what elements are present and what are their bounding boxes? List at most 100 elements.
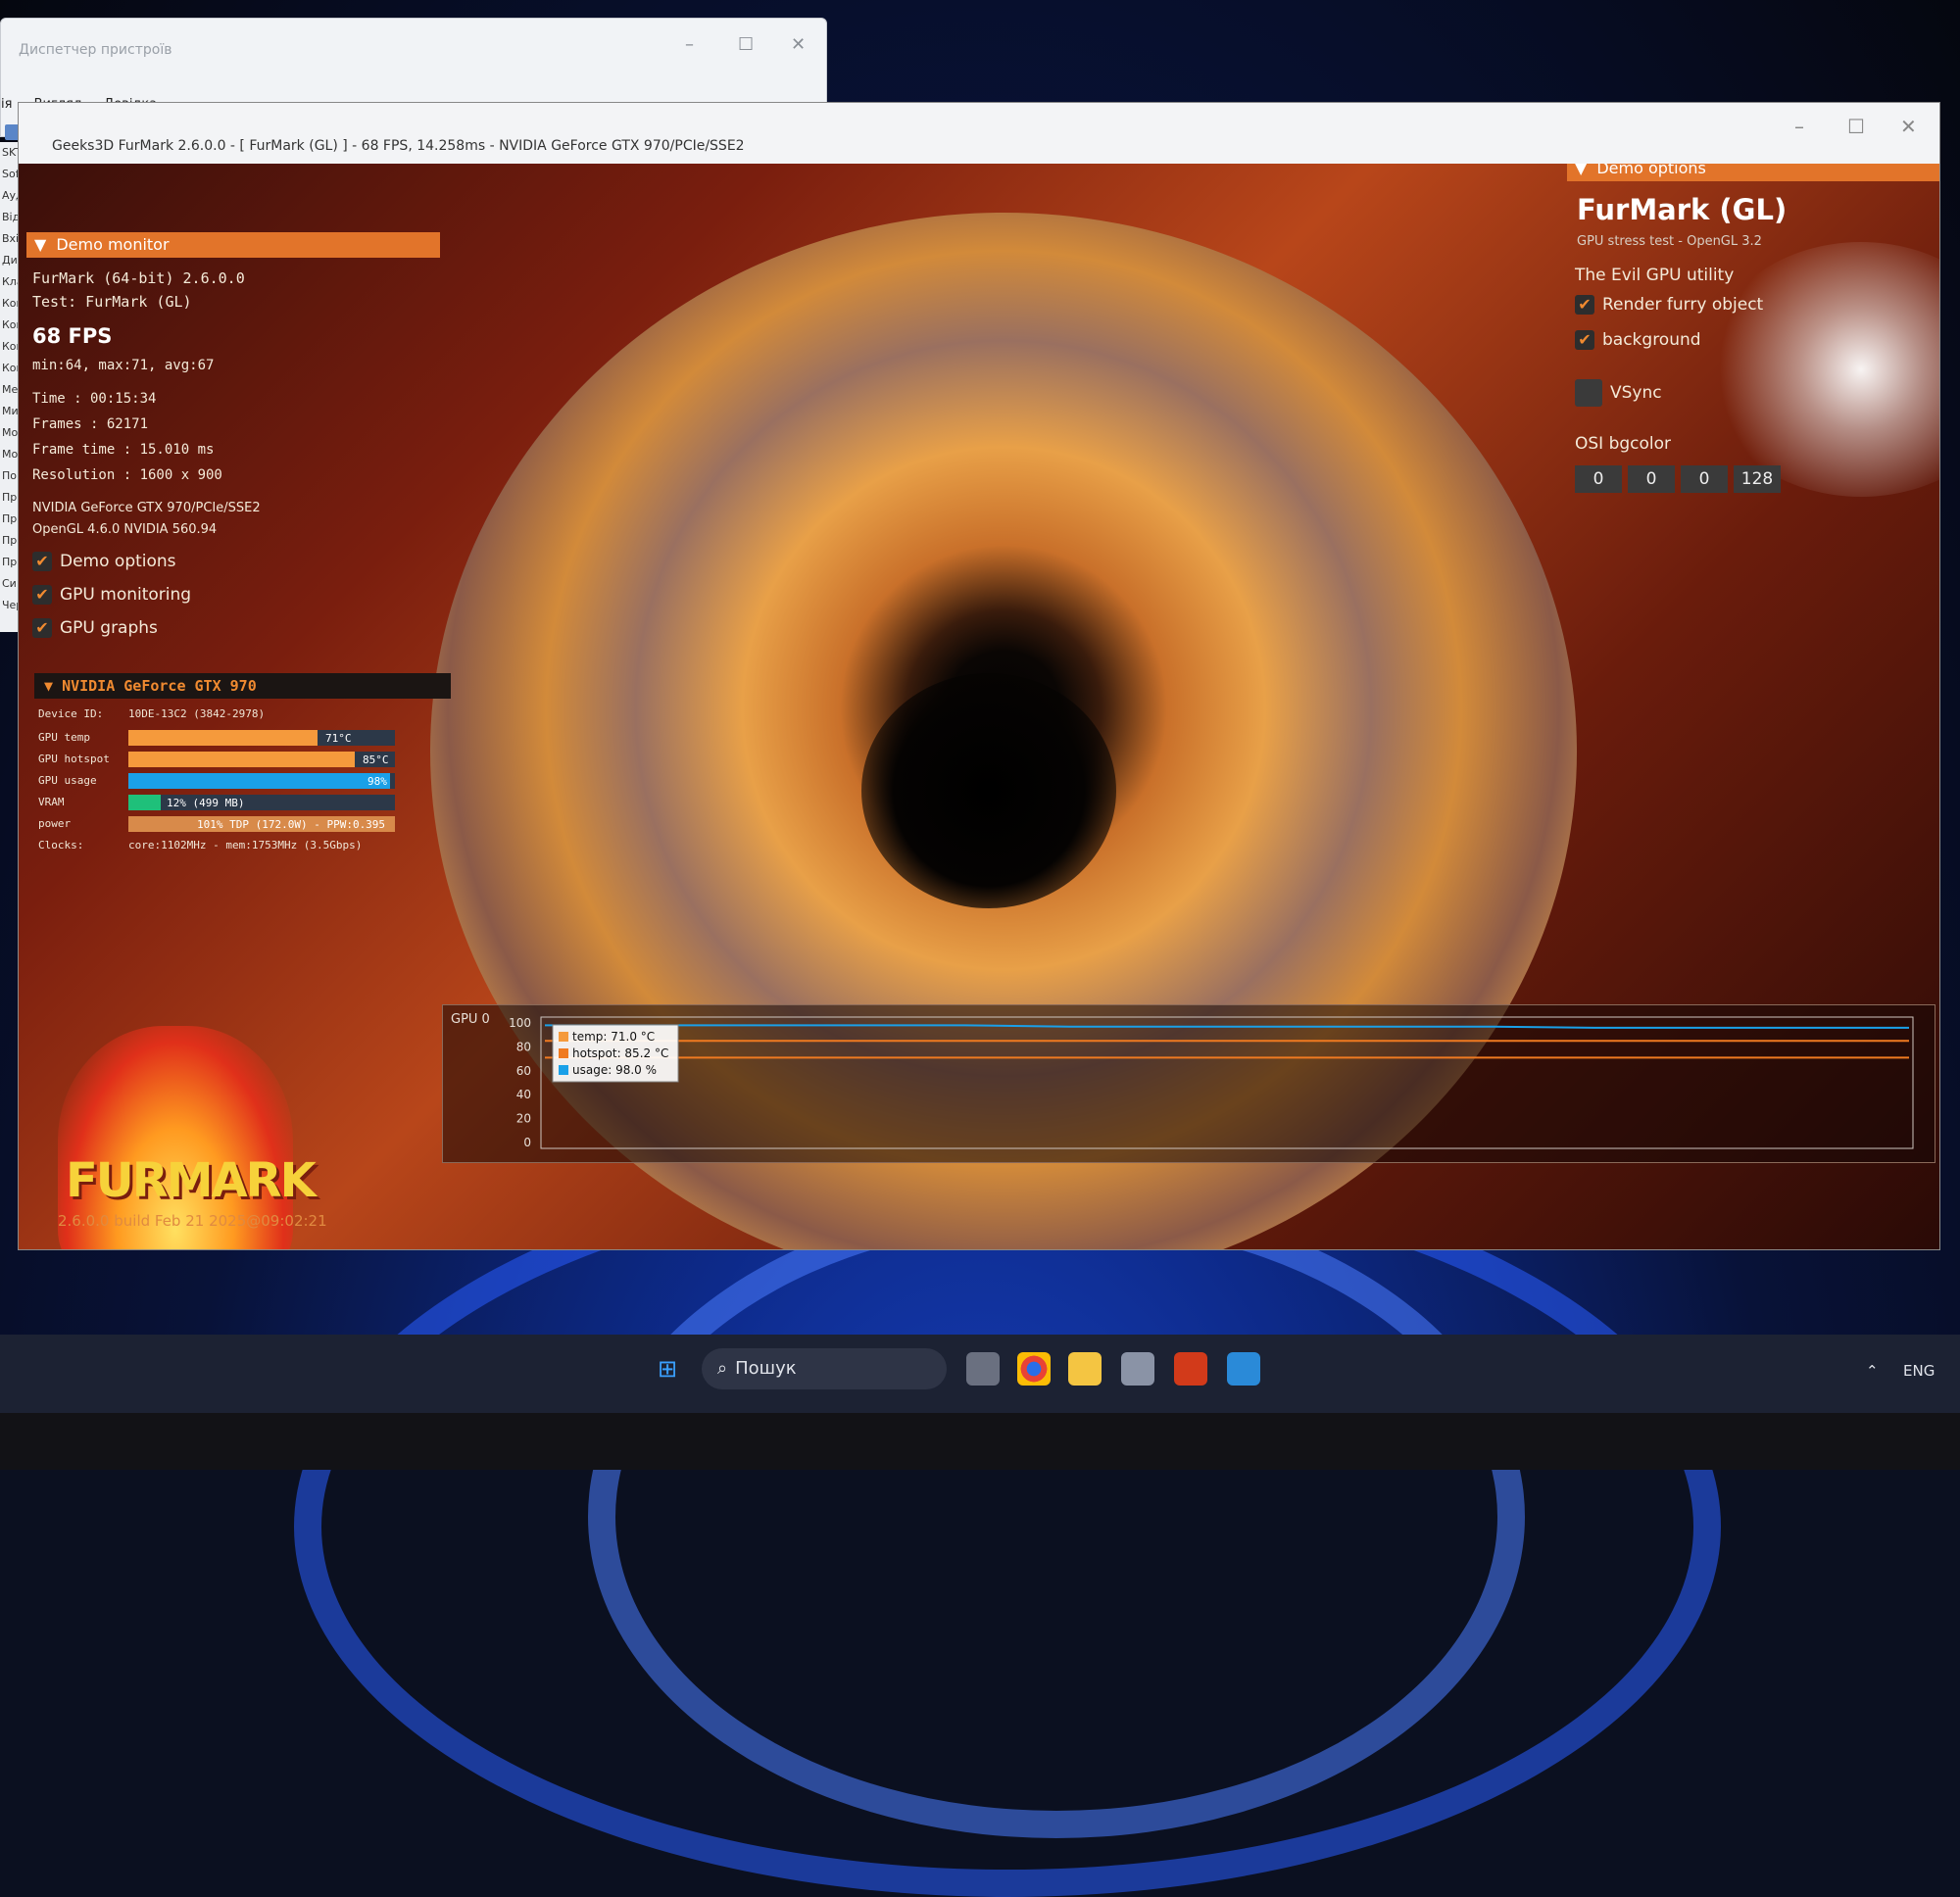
checkmark-icon[interactable]: ✔ <box>32 585 52 605</box>
sensor-bar-fill <box>128 752 355 767</box>
y-tick-label: 20 <box>516 1112 531 1126</box>
checkbox-label: Demo options <box>60 552 176 571</box>
maximize-icon[interactable]: ☐ <box>738 34 754 55</box>
legend-entry: usage: 98.0 % <box>572 1063 657 1077</box>
sensor-bar-fill <box>128 795 161 810</box>
furmark-taskbar-icon[interactable] <box>1174 1352 1207 1386</box>
sensor-label: GPU hotspot <box>38 753 110 765</box>
chrome-icon[interactable] <box>1017 1352 1051 1386</box>
menu-item[interactable]: ія <box>1 97 12 112</box>
gpu-graph-svg: GPU 0 100 80 60 40 20 0 temp: 71.0 °C hotspot: 8… <box>451 1012 1914 1149</box>
sensor-row-gpu-usage: GPU usage 98% <box>38 771 430 791</box>
sensor-bar-fill <box>128 773 390 789</box>
legend-swatch <box>559 1048 568 1058</box>
gpu-section-title: NVIDIA GeForce GTX 970 <box>62 677 257 695</box>
checkmark-icon[interactable]: ✔ <box>32 618 52 638</box>
checkbox-demo-options[interactable]: ✔ Demo options <box>32 552 176 571</box>
demo-monitor-header-label: Demo monitor <box>56 235 170 254</box>
donut-hole <box>861 673 1116 908</box>
sensor-bar: 101% TDP (172.0W) - PPW:0.395 <box>128 816 395 832</box>
frames-readout: Frames : 62171 <box>32 416 149 432</box>
osi-r-input[interactable]: 0 <box>1575 465 1622 493</box>
render-viewport: ▼ Demo monitor FurMark (64-bit) 2.6.0.0 T… <box>19 164 1939 1249</box>
osi-b-input[interactable]: 0 <box>1681 465 1728 493</box>
monitor-bezel <box>0 1413 1960 1470</box>
sensor-bar-fill <box>128 730 318 746</box>
checkbox-gpu-graphs[interactable]: ✔ GPU graphs <box>32 618 158 638</box>
app-version: FurMark (64-bit) 2.6.0.0 <box>32 269 245 287</box>
osi-g-input[interactable]: 0 <box>1628 465 1675 493</box>
clocks-value: core:1102MHz - mem:1753MHz (3.5Gbps) <box>128 839 363 851</box>
tray-chevron-icon[interactable]: ⌃ <box>1866 1362 1879 1380</box>
furmark-titlebar[interactable]: Geeks3D FurMark 2.6.0.0 - [ FurMark (GL)… <box>19 103 1939 164</box>
device-id-value: 10DE-13C2 (3842-2978) <box>128 707 266 720</box>
app-taskbar-icon[interactable] <box>1227 1352 1260 1386</box>
fps-stats: min:64, max:71, avg:67 <box>32 358 215 373</box>
sensor-bar: 98% <box>128 773 395 789</box>
y-tick-label: 60 <box>516 1064 531 1078</box>
y-tick-label: 80 <box>516 1040 531 1053</box>
sensor-row-gpu-temp: GPU temp 71°C <box>38 728 430 748</box>
collapse-triangle-icon[interactable]: ▼ <box>1575 164 1587 181</box>
device-id-label: Device ID: <box>38 707 104 720</box>
sensor-value: 12% (499 MB) <box>167 797 245 809</box>
checkbox-label: GPU monitoring <box>60 585 192 605</box>
minimize-icon[interactable]: – <box>685 34 694 55</box>
time-readout: Time : 00:15:34 <box>32 391 157 407</box>
collapse-triangle-icon[interactable]: ▼ <box>34 232 46 258</box>
close-icon[interactable]: ✕ <box>791 34 806 55</box>
clocks-row: Clocks: core:1102MHz - mem:1753MHz (3.5G… <box>38 836 430 855</box>
wallpaper-wave <box>588 1195 1525 1838</box>
sensor-label: GPU temp <box>38 731 90 744</box>
gpu-section-header[interactable]: ▼ NVIDIA GeForce GTX 970 <box>34 673 451 699</box>
sensor-label: GPU usage <box>38 774 97 787</box>
demo-title: FurMark (GL) <box>1577 193 1788 226</box>
device-manager-title: Диспетчер пристроїв <box>19 42 172 58</box>
legend-entry: temp: 71.0 °C <box>572 1030 655 1044</box>
checkmark-icon[interactable]: ✔ <box>1575 330 1594 350</box>
checkbox-render-furry[interactable]: ✔ Render furry object <box>1575 295 1763 315</box>
sensor-bar: 12% (499 MB) <box>128 795 395 810</box>
checkbox-label: background <box>1602 330 1701 350</box>
demo-options-header-label: Demo options <box>1596 164 1706 177</box>
furmark-logo-text: FURMARK <box>66 1153 317 1208</box>
device-manager-icon[interactable] <box>1121 1352 1154 1386</box>
checkbox-background[interactable]: ✔ background <box>1575 330 1701 350</box>
checkbox-gpu-monitoring[interactable]: ✔ GPU monitoring <box>32 585 191 605</box>
graph-title: GPU 0 <box>451 1012 490 1027</box>
checkbox-vsync[interactable]: VSync <box>1575 379 1662 407</box>
taskbar-search-box[interactable]: ⌕ Пошук <box>702 1348 947 1389</box>
gpu-name: NVIDIA GeForce GTX 970/PCIe/SSE2 <box>32 501 261 515</box>
checkmark-icon[interactable]: ✔ <box>32 552 52 571</box>
osi-bgcolor-label: OSI bgcolor <box>1575 434 1672 454</box>
task-view-icon[interactable] <box>966 1352 1000 1386</box>
build-info: 2.6.0.0 build Feb 21 2025@09:02:21 <box>58 1212 327 1230</box>
sensor-label: power <box>38 817 72 830</box>
close-icon[interactable]: ✕ <box>1900 115 1917 138</box>
sensor-row-vram: VRAM 12% (499 MB) <box>38 793 430 812</box>
y-tick-label: 40 <box>516 1088 531 1101</box>
collapse-triangle-icon[interactable]: ▼ <box>44 677 62 695</box>
search-placeholder: Пошук <box>735 1358 797 1379</box>
test-name: Test: FurMark (GL) <box>32 293 192 311</box>
furmark-window[interactable]: Geeks3D FurMark 2.6.0.0 - [ FurMark (GL)… <box>18 102 1940 1250</box>
minimize-icon[interactable]: – <box>1794 115 1804 138</box>
demo-monitor-header[interactable]: ▼ Demo monitor <box>26 232 440 258</box>
resolution-readout: Resolution : 1600 x 900 <box>32 467 222 483</box>
file-explorer-icon[interactable] <box>1068 1352 1102 1386</box>
language-indicator[interactable]: ENG <box>1903 1362 1935 1380</box>
sensor-label: VRAM <box>38 796 65 808</box>
maximize-icon[interactable]: ☐ <box>1847 115 1865 138</box>
sensor-row-gpu-hotspot: GPU hotspot 85°C <box>38 750 430 769</box>
sensor-row-power: power 101% TDP (172.0W) - PPW:0.395 <box>38 814 430 834</box>
demo-options-header[interactable]: ▼ Demo options <box>1567 164 1939 181</box>
windows-start-icon[interactable]: ⊞ <box>651 1352 684 1386</box>
osi-a-input[interactable]: 128 <box>1734 465 1781 493</box>
series-line-usage <box>545 1024 1909 1029</box>
fps-value: 68 FPS <box>32 324 113 348</box>
furmark-window-title: Geeks3D FurMark 2.6.0.0 - [ FurMark (GL)… <box>52 138 745 154</box>
checkbox-label: GPU graphs <box>60 618 158 638</box>
checkmark-icon[interactable]: ✔ <box>1575 295 1594 315</box>
checkbox-label: VSync <box>1610 383 1662 403</box>
empty-checkbox-icon[interactable] <box>1575 379 1602 407</box>
